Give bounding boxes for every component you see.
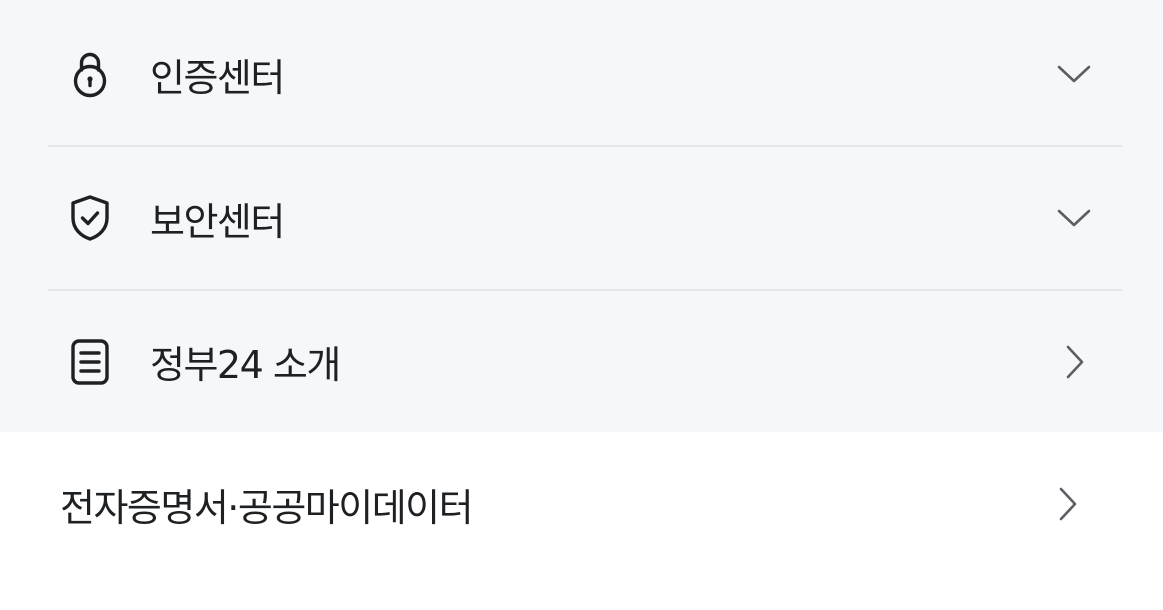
shield-check-icon bbox=[64, 192, 116, 244]
menu-item-security-center[interactable]: 보안센터 bbox=[48, 147, 1122, 289]
menu-item-gov24-intro[interactable]: 정부24 소개 bbox=[48, 291, 1122, 432]
menu-link-e-certificate-mydata[interactable]: 전자증명서·공공마이데이터 bbox=[0, 432, 1163, 592]
menu-item-label: 보안센터 bbox=[150, 199, 285, 244]
chevron-right-icon bbox=[1041, 478, 1093, 530]
chevron-right-icon bbox=[1048, 336, 1100, 388]
document-icon bbox=[64, 336, 116, 388]
menu-screen: 인증센터 보안센터 정부24 소개 전자증명서·공공마이데이터 bbox=[0, 0, 1163, 610]
menu-link-label: 전자증명서·공공마이데이터 bbox=[60, 485, 474, 530]
menu-item-auth-center[interactable]: 인증센터 bbox=[48, 3, 1122, 145]
menu-item-label: 인증센터 bbox=[150, 55, 285, 100]
menu-panel: 인증센터 보안센터 정부24 소개 bbox=[0, 0, 1163, 432]
chevron-down-icon bbox=[1048, 192, 1100, 244]
chevron-down-icon bbox=[1048, 48, 1100, 100]
menu-item-label: 정부24 소개 bbox=[150, 343, 341, 387]
lock-icon bbox=[64, 48, 116, 100]
